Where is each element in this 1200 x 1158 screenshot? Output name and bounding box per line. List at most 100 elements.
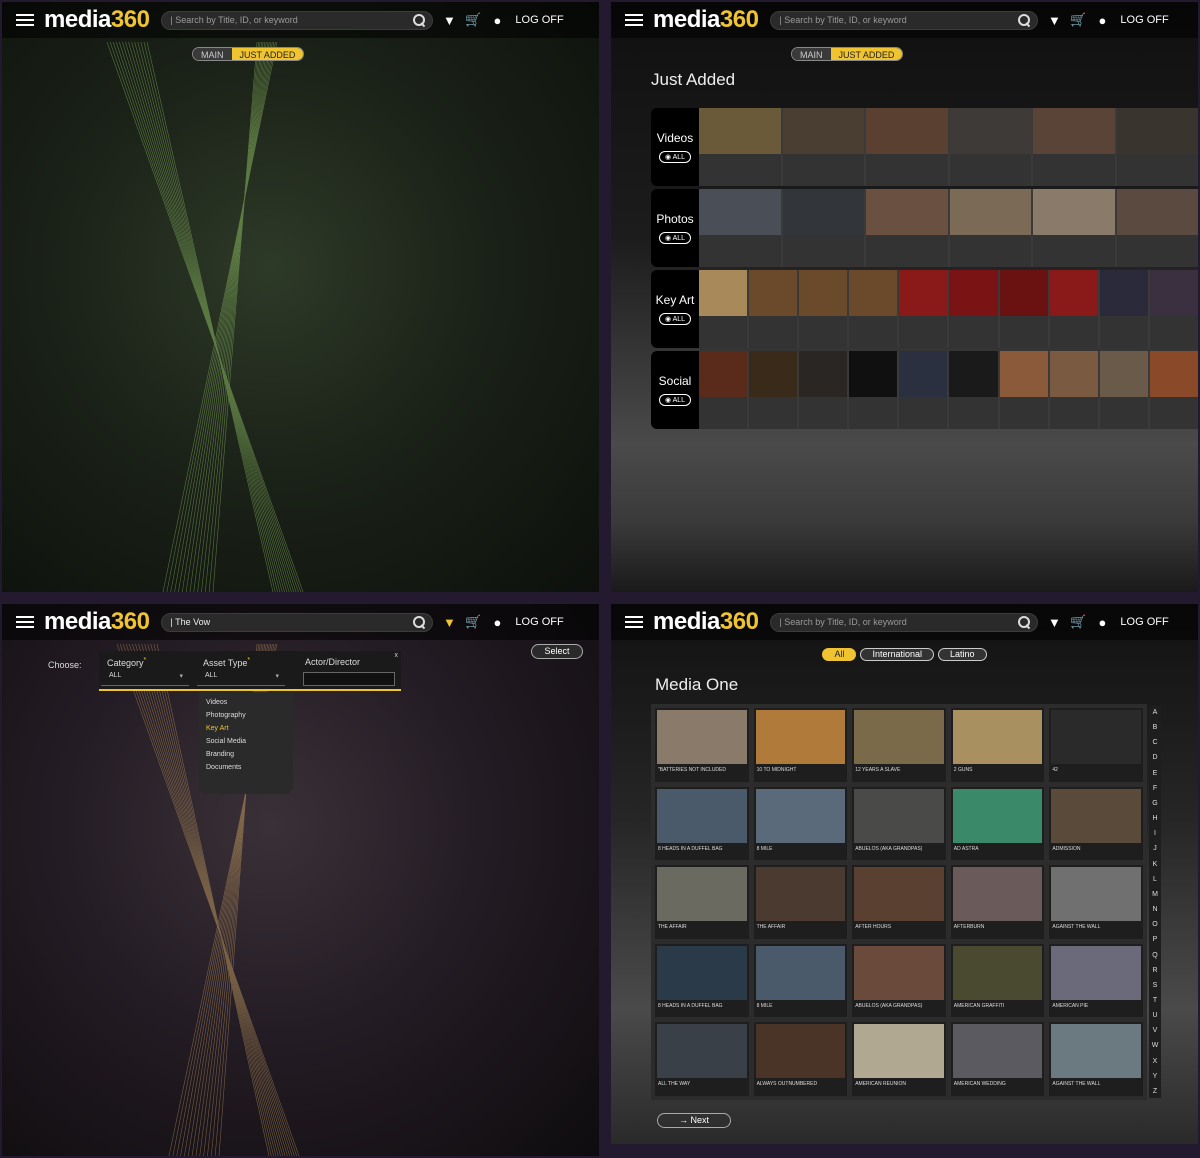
title-card[interactable]: AMERICAN GRAFFITI [950,943,1045,1018]
title-card[interactable]: 2 GUNS [950,708,1045,782]
title-card[interactable]: ALL THE WAY [655,1022,749,1096]
title-card[interactable]: ALWAYS OUTNUMBERED [753,1022,848,1096]
media-tile[interactable] [1049,270,1098,348]
search-icon[interactable] [1017,615,1031,629]
select-button[interactable]: Select [531,644,583,659]
asset-type-select[interactable]: ALL [197,672,285,686]
main-justadded-toggle[interactable]: MAIN JUST ADDED [791,47,904,61]
title-card[interactable]: ABUELOS (AKA GRANDPAS) [852,943,946,1018]
title-card[interactable]: 8 MILE [753,786,848,861]
alphabet-letter[interactable]: B [1153,723,1158,732]
alphabet-letter[interactable]: K [1153,860,1158,869]
title-card[interactable]: AD ASTRA [950,786,1045,861]
cart-icon[interactable]: 🛒 [1070,614,1086,630]
media-tile[interactable] [866,189,948,267]
asset-type-option[interactable]: Key Art [199,722,293,735]
logo[interactable]: media360 [653,6,759,34]
alphabet-letter[interactable]: V [1153,1026,1158,1035]
view-all-button[interactable]: ◉ ALL [658,151,692,163]
title-card[interactable]: 8 MILE [753,943,848,1018]
search-input[interactable]: | The Vow [161,612,434,632]
title-card[interactable]: 12 YEARS A SLAVE [852,708,946,782]
alphabet-letter[interactable]: U [1152,1011,1157,1020]
filter-add-icon[interactable]: ▼ [1046,12,1062,28]
title-card[interactable]: THE AFFAIR [753,865,848,939]
title-card[interactable]: AFTER HOURS [852,865,946,939]
media-tile[interactable] [999,351,1048,429]
alphabet-letter[interactable]: L [1153,875,1157,884]
media-tile[interactable] [1099,351,1148,429]
cart-icon[interactable]: 🛒 [465,614,481,630]
alphabet-letter[interactable]: D [1152,753,1157,762]
toggle-just-added[interactable]: JUST ADDED [830,48,903,60]
media-tile[interactable] [782,189,864,267]
media-tile[interactable] [949,189,1031,267]
cart-icon[interactable]: 🛒 [1070,12,1086,28]
media-tile[interactable] [699,189,781,267]
alphabet-letter[interactable]: C [1152,738,1157,747]
region-chip[interactable]: Latino [938,648,987,661]
alphabet-letter[interactable]: H [1152,814,1157,823]
search-icon[interactable] [412,13,426,27]
title-card[interactable]: ABUELOS (AKA GRANDPAS) [852,786,946,861]
title-card[interactable]: AFTERBURN [950,865,1045,939]
media-tile[interactable] [1116,108,1198,186]
media-tile[interactable] [699,108,781,186]
title-card[interactable]: 8 HEADS IN A DUFFEL BAG [655,786,749,861]
alphabet-letter[interactable]: F [1153,784,1157,793]
account-icon[interactable]: ● [489,614,505,630]
account-icon[interactable]: ● [1094,12,1110,28]
search-input[interactable]: | Search by Title, ID, or keyword [770,10,1039,30]
filter-add-icon[interactable]: ▼ [1046,614,1062,630]
media-tile[interactable] [849,270,898,348]
alphabet-letter[interactable]: P [1153,935,1158,944]
category-select[interactable]: ALL [101,672,189,686]
media-tile[interactable] [1149,270,1198,348]
media-tile[interactable] [1033,189,1115,267]
alphabet-letter[interactable]: Z [1153,1087,1157,1096]
alphabet-letter[interactable]: X [1153,1057,1158,1066]
title-card[interactable]: THE AFFAIR [655,865,749,939]
logo[interactable]: media360 [44,608,150,636]
media-tile[interactable] [799,351,848,429]
media-tile[interactable] [1049,351,1098,429]
logo[interactable]: media360 [653,608,759,636]
logoff-button[interactable]: LOG OFF [1120,616,1168,628]
media-tile[interactable] [799,270,848,348]
asset-type-option[interactable]: Social Media [199,735,293,748]
alphabet-letter[interactable]: M [1152,890,1158,899]
asset-type-option[interactable]: Documents [199,761,293,774]
alphabet-letter[interactable]: T [1153,996,1157,1005]
account-icon[interactable]: ● [1094,614,1110,630]
search-icon[interactable] [1017,13,1031,27]
title-card[interactable]: AGAINST THE WALL [1049,865,1143,939]
media-tile[interactable] [899,351,948,429]
media-tile[interactable] [749,351,798,429]
hamburger-menu-icon[interactable] [625,14,643,26]
alphabet-letter[interactable]: Q [1152,951,1157,960]
title-card[interactable]: "BATTERIES NOT INCLUDED [655,708,749,782]
alphabet-letter[interactable]: R [1152,966,1157,975]
filter-add-icon[interactable]: ▼ [441,614,457,630]
cart-icon[interactable]: 🛒 [465,12,481,28]
toggle-main[interactable]: MAIN [792,48,831,60]
alphabet-letter[interactable]: O [1152,920,1157,929]
media-tile[interactable] [1033,108,1115,186]
logoff-button[interactable]: LOG OFF [515,14,563,26]
hamburger-menu-icon[interactable] [16,14,34,26]
media-tile[interactable] [866,108,948,186]
alphabet-letter[interactable]: N [1152,905,1157,914]
logoff-button[interactable]: LOG OFF [1120,14,1168,26]
media-tile[interactable] [1099,270,1148,348]
asset-type-option[interactable]: Videos [199,696,293,709]
logo[interactable]: media360 [44,6,150,34]
media-tile[interactable] [899,270,948,348]
title-card[interactable]: AMERICAN REUNION [852,1022,946,1096]
alphabet-letter[interactable]: I [1154,829,1156,838]
title-card[interactable]: 42 [1049,708,1143,782]
alphabet-letter[interactable]: G [1152,799,1157,808]
alphabet-letter[interactable]: A [1153,708,1158,717]
media-tile[interactable] [782,108,864,186]
alphabet-letter[interactable]: S [1153,981,1158,990]
asset-type-option[interactable]: Branding [199,748,293,761]
